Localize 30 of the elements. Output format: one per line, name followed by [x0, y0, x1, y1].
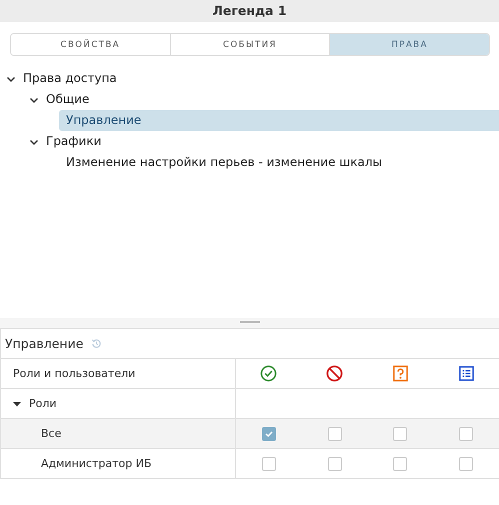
- checkbox[interactable]: [393, 426, 408, 440]
- splitter[interactable]: [0, 318, 499, 328]
- tab[interactable]: СВОЙСТВА: [11, 34, 171, 55]
- role-name[interactable]: Все: [41, 427, 62, 440]
- checkbox[interactable]: [459, 456, 474, 470]
- tree-item[interactable]: Права доступа: [23, 68, 117, 89]
- tree-item[interactable]: Графики: [46, 131, 102, 152]
- window-title: Легенда 1: [0, 0, 499, 22]
- check-circle-icon: [260, 365, 278, 382]
- checkbox[interactable]: [459, 426, 474, 440]
- role-name[interactable]: Администратор ИБ: [41, 457, 152, 470]
- column-header: Роли и пользователи: [13, 367, 136, 380]
- table-row[interactable]: Администратор ИБ: [1, 449, 499, 478]
- history-icon[interactable]: [91, 338, 102, 349]
- panel-title: Управление: [5, 336, 84, 351]
- list-icon: [458, 365, 475, 382]
- tree-item[interactable]: Общие: [46, 89, 90, 110]
- tree-item[interactable]: Управление: [59, 110, 499, 131]
- checkbox[interactable]: [328, 426, 342, 440]
- checkbox[interactable]: [393, 456, 408, 470]
- triangle-icon[interactable]: [13, 400, 21, 408]
- checkbox[interactable]: [262, 426, 276, 440]
- table-row[interactable]: Все: [1, 419, 499, 449]
- checkbox[interactable]: [328, 456, 342, 470]
- tab[interactable]: ПРАВА: [330, 34, 489, 55]
- prohibited-icon: [326, 365, 344, 382]
- checkbox[interactable]: [262, 456, 276, 470]
- tree-item[interactable]: Изменение настройки перьев - изменение шкалы: [59, 152, 382, 173]
- role-group[interactable]: Роли: [29, 397, 57, 410]
- question-icon: [392, 365, 409, 382]
